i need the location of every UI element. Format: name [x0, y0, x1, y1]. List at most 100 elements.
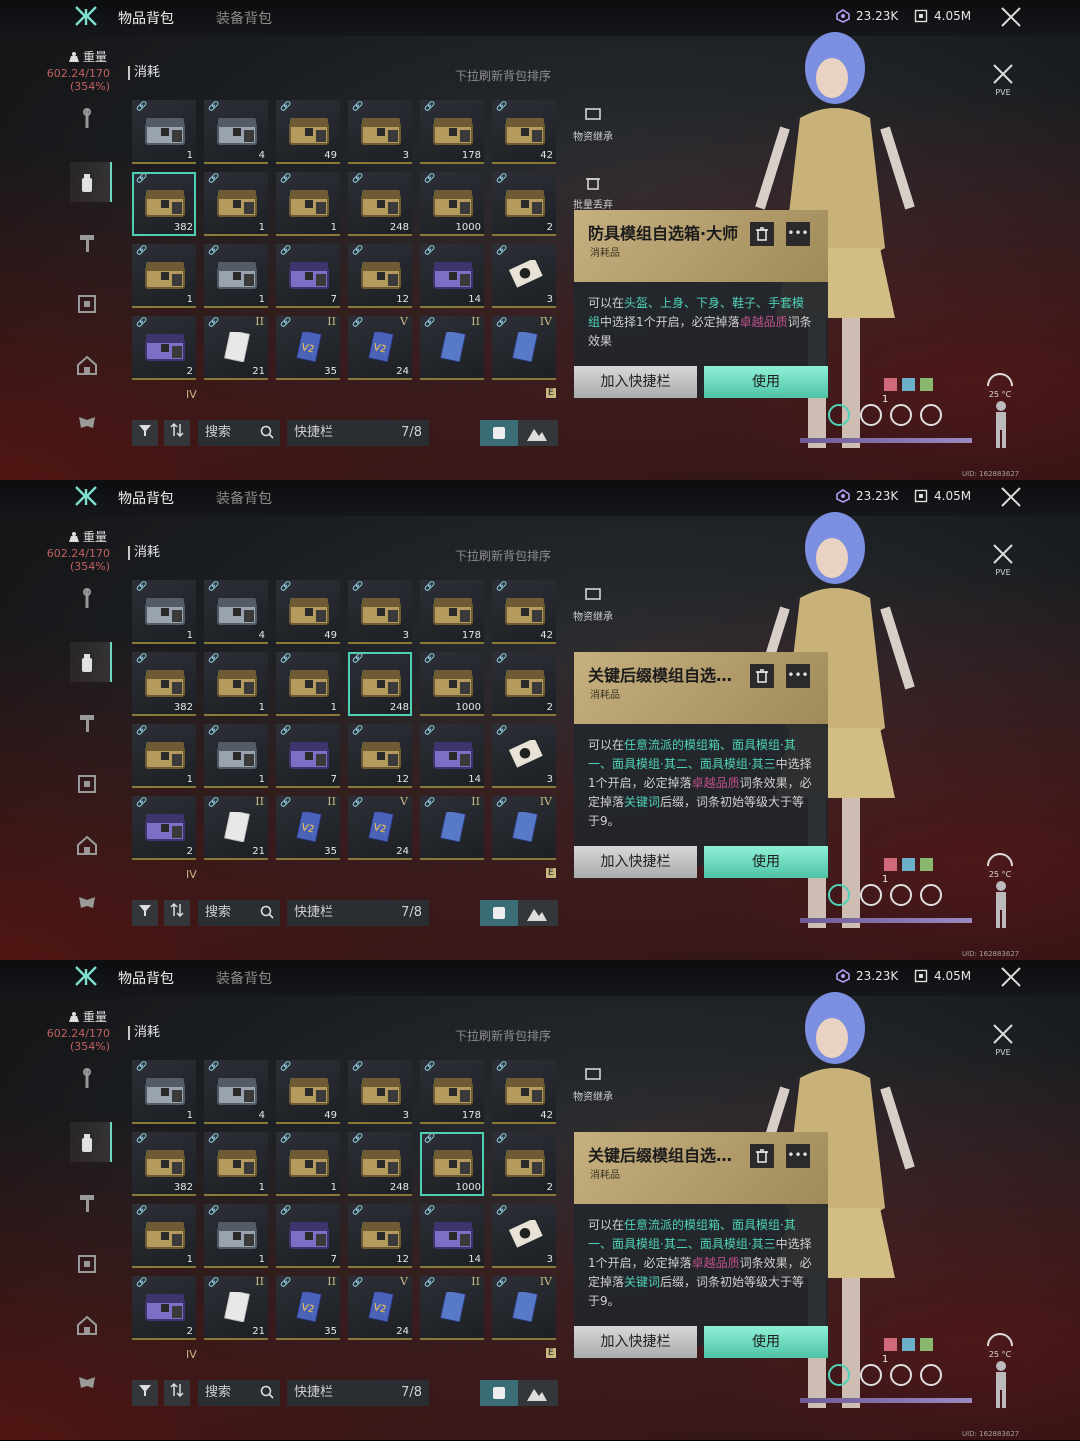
item-slot[interactable]: 🔗 14 — [420, 1204, 484, 1268]
item-slot[interactable]: 🔗 382 — [132, 652, 196, 716]
popup-more-button[interactable]: ••• — [786, 222, 810, 246]
quickbar-selector[interactable]: 快捷栏 7/8 — [287, 420, 429, 446]
item-slot[interactable]: 🔗 178 — [420, 100, 484, 164]
item-slot[interactable]: 🔗 1 — [276, 1132, 340, 1196]
use-button[interactable]: 使用 — [704, 1326, 828, 1358]
item-slot[interactable]: 🔗 42 — [492, 1060, 556, 1124]
item-slot[interactable]: 🔗 3 — [348, 100, 412, 164]
item-slot[interactable]: 🔗 7 — [276, 244, 340, 308]
item-slot[interactable]: 🔗 II — [420, 315, 484, 380]
search-input[interactable]: 搜索 — [198, 1380, 280, 1406]
popup-more-button[interactable]: ••• — [786, 664, 810, 688]
sort-button[interactable] — [164, 1380, 190, 1406]
tab-equipment-bag[interactable]: 装备背包 — [216, 968, 272, 988]
item-slot[interactable]: 🔗 4 — [204, 1060, 268, 1124]
pve-mode[interactable]: PVE — [990, 1022, 1016, 1057]
item-slot[interactable]: 🔗 1 — [204, 724, 268, 788]
item-slot[interactable]: 🔗 V2 II 35 — [276, 315, 340, 380]
item-slot[interactable]: 🔗 3 — [348, 580, 412, 644]
filter-button[interactable] — [132, 1380, 158, 1406]
view-toggle-active[interactable] — [480, 420, 518, 446]
home-icon[interactable] — [76, 834, 98, 856]
item-slot[interactable]: 🔗 12 — [348, 1204, 412, 1268]
wrench-icon[interactable] — [76, 588, 98, 610]
item-slot[interactable]: 🔗 II — [420, 795, 484, 860]
item-slot[interactable]: 🔗 1000 — [420, 1132, 484, 1196]
item-slot[interactable]: 🔗 II 21 — [204, 1275, 268, 1340]
item-slot[interactable]: 🔗 IV — [492, 1275, 556, 1340]
item-slot[interactable]: 🔗 V2 V 24 — [348, 315, 412, 380]
inherit-action[interactable]: 物资继承 — [571, 588, 615, 623]
close-icon[interactable] — [1000, 486, 1022, 508]
view-toggle-active[interactable] — [480, 900, 518, 926]
item-slot[interactable]: 🔗 2 — [132, 1276, 196, 1340]
filter-button[interactable] — [132, 420, 158, 446]
tab-equipment-bag[interactable]: 装备背包 — [216, 8, 272, 28]
home-icon[interactable] — [76, 354, 98, 376]
popup-more-button[interactable]: ••• — [786, 1144, 810, 1168]
item-slot[interactable]: 🔗 14 — [420, 244, 484, 308]
view-toggle-active[interactable] — [480, 1380, 518, 1406]
bottle-icon[interactable] — [76, 1132, 98, 1154]
home-icon[interactable] — [76, 1314, 98, 1336]
view-toggle[interactable] — [480, 900, 558, 926]
item-slot[interactable]: 🔗 V2 II 35 — [276, 1275, 340, 1340]
item-slot[interactable]: 🔗 1000 — [420, 172, 484, 236]
bottle-icon[interactable] — [76, 172, 98, 194]
item-slot[interactable]: 🔗 2 — [132, 316, 196, 380]
item-slot[interactable]: 🔗 12 — [348, 724, 412, 788]
item-slot[interactable]: 🔗 3 — [492, 724, 556, 788]
butterfly-icon[interactable] — [76, 1374, 98, 1396]
item-slot[interactable]: 🔗 V2 V 24 — [348, 1275, 412, 1340]
filter-button[interactable] — [132, 900, 158, 926]
butterfly-icon[interactable] — [76, 894, 98, 916]
item-slot[interactable]: 🔗 382 — [132, 172, 196, 236]
item-slot[interactable]: 🔗 49 — [276, 580, 340, 644]
item-slot[interactable]: 🔗 178 — [420, 580, 484, 644]
butterfly-icon[interactable] — [76, 414, 98, 436]
tab-equipment-bag[interactable]: 装备背包 — [216, 488, 272, 508]
item-slot[interactable]: 🔗 7 — [276, 1204, 340, 1268]
item-slot[interactable]: 🔗 1 — [132, 1060, 196, 1124]
search-input[interactable]: 搜索 — [198, 420, 280, 446]
item-slot[interactable]: 🔗 4 — [204, 100, 268, 164]
item-slot[interactable]: 🔗 7 — [276, 724, 340, 788]
view-toggle[interactable] — [480, 1380, 558, 1406]
add-quickbar-button[interactable]: 加入快捷栏 — [574, 846, 697, 878]
bottle-icon[interactable] — [76, 652, 98, 674]
item-slot[interactable]: 🔗 4 — [204, 580, 268, 644]
quickbar-selector[interactable]: 快捷栏 7/8 — [287, 1380, 429, 1406]
close-icon[interactable] — [1000, 966, 1022, 988]
popup-delete-button[interactable] — [750, 1144, 774, 1168]
item-slot[interactable]: 🔗 V2 II 35 — [276, 795, 340, 860]
quickbar-selector[interactable]: 快捷栏 7/8 — [287, 900, 429, 926]
item-slot[interactable]: 🔗 1 — [204, 244, 268, 308]
pve-mode[interactable]: PVE — [990, 62, 1016, 97]
hammer-icon[interactable] — [76, 1192, 98, 1214]
tab-item-bag[interactable]: 物品背包 — [118, 968, 174, 988]
tab-item-bag[interactable]: 物品背包 — [118, 8, 174, 28]
item-slot[interactable]: 🔗 II — [420, 1275, 484, 1340]
item-slot[interactable]: 🔗 1 — [132, 244, 196, 308]
calendar-icon[interactable] — [76, 1252, 98, 1274]
item-slot[interactable]: 🔗 3 — [492, 244, 556, 308]
sort-button[interactable] — [164, 900, 190, 926]
item-slot[interactable]: 🔗 248 — [348, 172, 412, 236]
item-slot[interactable]: 🔗 248 — [348, 652, 412, 716]
add-quickbar-button[interactable]: 加入快捷栏 — [574, 366, 697, 398]
item-slot[interactable]: 🔗 382 — [132, 1132, 196, 1196]
tab-item-bag[interactable]: 物品背包 — [118, 488, 174, 508]
item-slot[interactable]: 🔗 1 — [132, 580, 196, 644]
add-quickbar-button[interactable]: 加入快捷栏 — [574, 1326, 697, 1358]
item-slot[interactable]: 🔗 42 — [492, 580, 556, 644]
item-slot[interactable]: 🔗 1 — [204, 172, 268, 236]
view-toggle[interactable] — [480, 420, 558, 446]
item-slot[interactable]: 🔗 14 — [420, 724, 484, 788]
item-slot[interactable]: 🔗 V2 V 24 — [348, 795, 412, 860]
mountain-icon[interactable] — [526, 424, 548, 442]
item-slot[interactable]: 🔗 42 — [492, 100, 556, 164]
item-slot[interactable]: 🔗 1 — [276, 652, 340, 716]
item-slot[interactable]: 🔗 49 — [276, 100, 340, 164]
item-slot[interactable]: 🔗 1 — [204, 1204, 268, 1268]
item-slot[interactable]: 🔗 178 — [420, 1060, 484, 1124]
